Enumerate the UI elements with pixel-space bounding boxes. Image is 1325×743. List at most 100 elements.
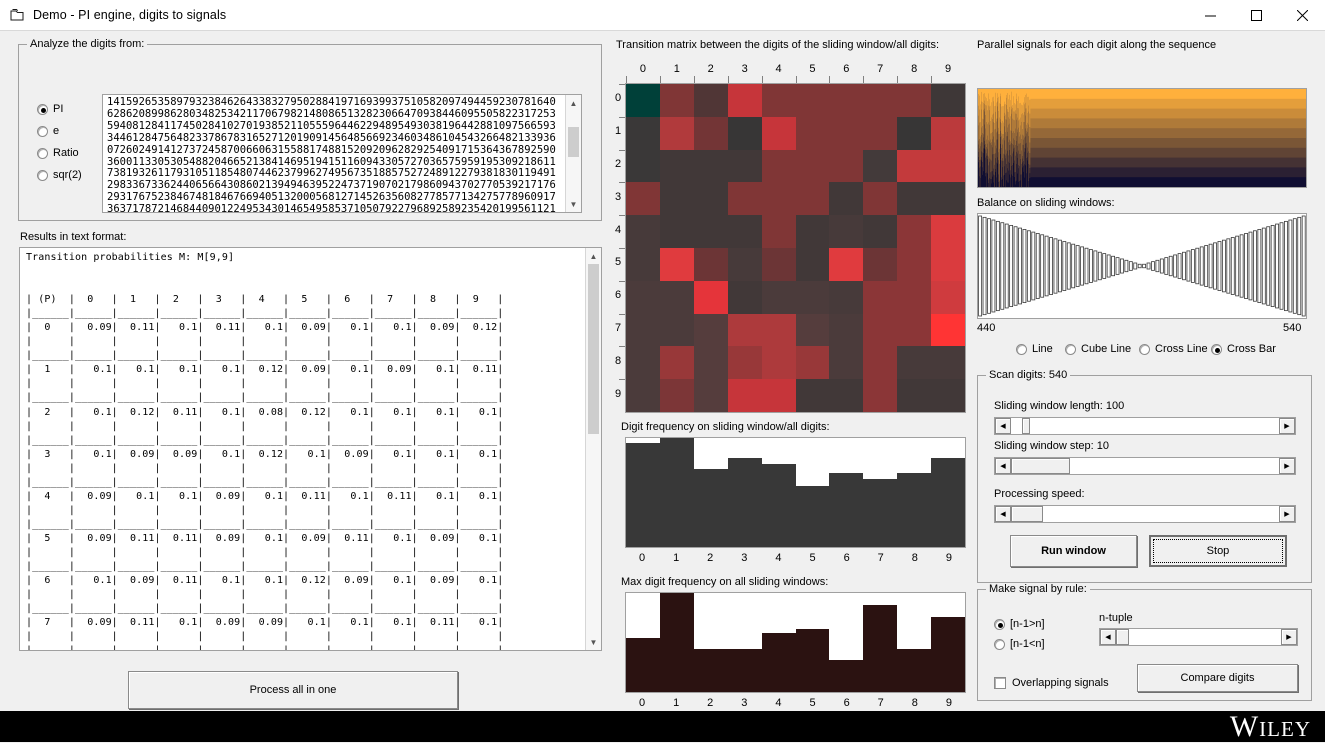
sliding-window-step-slider[interactable]: ◀ ▶: [994, 457, 1296, 475]
x-label-2: 2: [693, 697, 727, 709]
scan-digits-group-label: Scan digits: 540: [986, 369, 1070, 381]
source-radio-e[interactable]: e: [37, 125, 59, 137]
heatmap-cell-2-0: [626, 150, 660, 183]
max-digit-frequency-chart[interactable]: [625, 592, 966, 693]
balance-bar-33: [1125, 260, 1128, 271]
slider-thumb[interactable]: [1011, 458, 1070, 474]
heatmap-cell-0-9: [931, 84, 965, 117]
heatmap-cell-6-2: [694, 281, 728, 314]
run-window-button[interactable]: Run window: [1010, 535, 1137, 567]
balance-bar-70: [1289, 220, 1292, 312]
close-button[interactable]: [1279, 0, 1325, 31]
transition-matrix-heatmap[interactable]: [625, 83, 966, 413]
bar-2: [694, 649, 728, 692]
parallel-signals-chart[interactable]: [977, 88, 1307, 188]
bar-3: [728, 458, 762, 547]
slider-thumb[interactable]: [1011, 506, 1043, 522]
slider-thumb[interactable]: [1022, 418, 1030, 434]
window-title: Demo - PI engine, digits to signals: [33, 8, 226, 22]
signal-noise: [1029, 100, 1030, 114]
heatmap-cell-6-1: [660, 281, 694, 314]
balance-bar-43: [1169, 256, 1172, 275]
minimize-button[interactable]: [1187, 0, 1233, 31]
rule-radio-n1ltn[interactable]: [n-1<n]: [994, 638, 1045, 650]
digits-scrollbar[interactable]: ▲ ▼: [565, 95, 581, 212]
n-tuple-slider[interactable]: ◀ ▶: [1099, 628, 1298, 646]
source-radio-sqrt2[interactable]: sqr(2): [37, 169, 82, 181]
heatmap-cell-7-5: [796, 314, 830, 347]
balance-mode-cross-bar[interactable]: Cross Bar: [1211, 343, 1276, 355]
heatmap-cell-9-8: [897, 379, 931, 412]
balance-bar-7: [1010, 225, 1013, 306]
heatmap-row-label-7: 7: [613, 322, 623, 334]
processing-speed-slider[interactable]: ◀ ▶: [994, 505, 1296, 523]
stop-button[interactable]: Stop: [1149, 535, 1287, 567]
scroll-up-icon[interactable]: ▲: [586, 248, 601, 264]
slider-track[interactable]: [1011, 418, 1279, 434]
slider-right-arrow-icon[interactable]: ▶: [1279, 458, 1295, 474]
heatmap-cell-8-2: [694, 346, 728, 379]
heatmap-col-tick: [931, 76, 932, 83]
digits-scroll-track[interactable]: [566, 111, 581, 196]
slider-left-arrow-icon[interactable]: ◀: [1100, 629, 1116, 645]
heatmap-cell-8-9: [931, 346, 965, 379]
results-scrollbar[interactable]: ▲ ▼: [585, 248, 601, 650]
overlapping-signals-checkbox[interactable]: Overlapping signals: [994, 677, 1109, 689]
maximize-button[interactable]: [1233, 0, 1279, 31]
scroll-up-icon[interactable]: ▲: [566, 95, 581, 111]
slider-track[interactable]: [1116, 629, 1281, 645]
compare-digits-button[interactable]: Compare digits: [1137, 664, 1298, 692]
source-radio-pi[interactable]: PI: [37, 103, 63, 115]
heatmap-cell-3-4: [762, 182, 796, 215]
balance-bar-39: [1151, 262, 1154, 271]
radio-dot-icon: [37, 126, 48, 137]
app-window-icon: [10, 8, 25, 22]
slider-left-arrow-icon[interactable]: ◀: [995, 418, 1011, 434]
scroll-down-icon[interactable]: ▼: [586, 634, 601, 650]
balance-mode-cross-line[interactable]: Cross Line: [1139, 343, 1208, 355]
radio-dot-icon: [994, 639, 1005, 650]
digits-scroll-thumb[interactable]: [568, 127, 579, 157]
slider-right-arrow-icon[interactable]: ▶: [1281, 629, 1297, 645]
x-label-0: 0: [625, 697, 659, 709]
balance-bar-42: [1165, 258, 1168, 275]
balance-mode-cube-line[interactable]: Cube Line: [1065, 343, 1131, 355]
heatmap-cell-5-6: [829, 248, 863, 281]
slider-right-arrow-icon[interactable]: ▶: [1279, 506, 1295, 522]
results-scroll-thumb[interactable]: [588, 264, 599, 434]
sliding-window-length-slider[interactable]: ◀ ▶: [994, 417, 1296, 435]
source-radio-e-label: e: [53, 125, 59, 137]
rule-radio-n1gtn[interactable]: [n-1>n]: [994, 618, 1045, 630]
results-textbox[interactable]: Transition probabilities M: M[9,9] | (P)…: [19, 247, 602, 651]
scroll-down-icon[interactable]: ▼: [566, 196, 581, 212]
balance-bar-13: [1036, 233, 1039, 298]
heatmap-col-label-6: 6: [829, 63, 863, 75]
heatmap-cell-2-2: [694, 150, 728, 183]
slider-left-arrow-icon[interactable]: ◀: [995, 458, 1011, 474]
balance-bar-60: [1245, 233, 1248, 298]
heatmap-cell-3-7: [863, 182, 897, 215]
balance-bar-66: [1271, 225, 1274, 306]
results-scroll-track[interactable]: [586, 264, 601, 634]
source-radio-sqrt2-label: sqr(2): [53, 169, 82, 181]
slider-thumb[interactable]: [1116, 629, 1129, 645]
balance-chart[interactable]: [977, 213, 1307, 319]
balance-bar-17: [1054, 239, 1057, 293]
slider-right-arrow-icon[interactable]: ▶: [1279, 418, 1295, 434]
digits-textbox[interactable]: 1415926535897932384626433832795028841971…: [102, 94, 582, 213]
slider-left-arrow-icon[interactable]: ◀: [995, 506, 1011, 522]
x-label-4: 4: [761, 552, 795, 564]
source-radio-ratio[interactable]: Ratio: [37, 147, 79, 159]
heatmap-col-tick: [829, 76, 830, 83]
slider-track[interactable]: [1011, 506, 1279, 522]
heatmap-col-label-3: 3: [728, 63, 762, 75]
slider-track[interactable]: [1011, 458, 1279, 474]
digit-frequency-chart[interactable]: [625, 437, 966, 548]
heatmap-cell-9-1: [660, 379, 694, 412]
balance-mode-cube-line-label: Cube Line: [1081, 343, 1131, 355]
balance-bar-32: [1120, 259, 1123, 273]
heatmap-cell-0-8: [897, 84, 931, 117]
process-all-in-one-button[interactable]: Process all in one: [128, 671, 458, 709]
balance-mode-line[interactable]: Line: [1016, 343, 1053, 355]
heatmap-cell-9-7: [863, 379, 897, 412]
